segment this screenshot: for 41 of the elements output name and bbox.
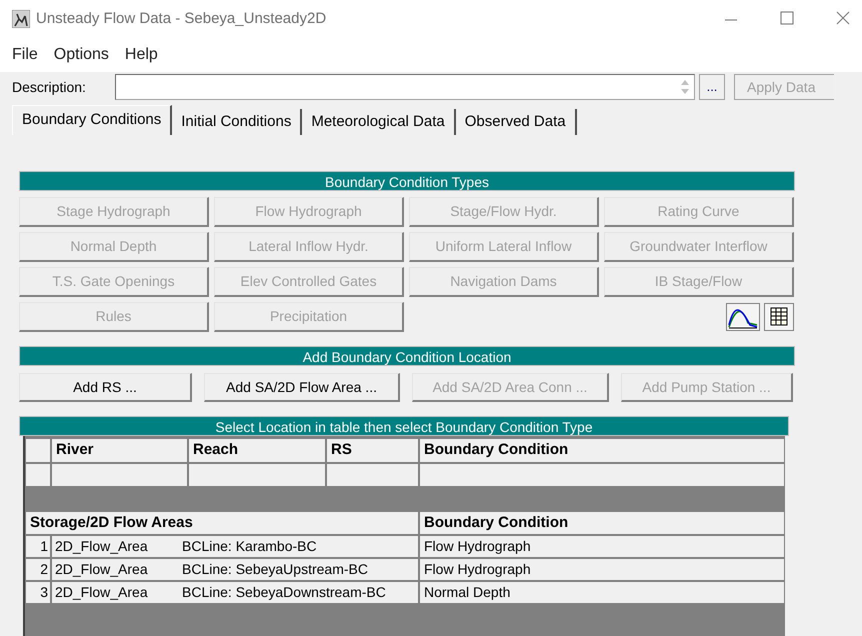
table-cell-text: 2D_Flow_Area: [54, 537, 149, 556]
app-icon: [12, 10, 30, 28]
table-cell-text: 2D_Flow_Area: [54, 583, 149, 602]
tab[interactable]: Meteorological Data: [302, 109, 456, 135]
row-number: 1: [25, 535, 51, 558]
description-label: Description:: [12, 78, 87, 97]
column-header: Boundary Condition: [419, 511, 785, 535]
row-header-cell[interactable]: [25, 463, 51, 487]
row-number: 2: [25, 558, 51, 581]
section-header: Select Location in table then select Boundary Condition Type: [19, 416, 789, 436]
column-header: Reach: [188, 438, 326, 463]
column-header: RS: [326, 438, 419, 463]
row-number: 3: [25, 581, 51, 604]
section-header: Boundary Condition Types: [19, 171, 795, 191]
table-cell: Normal Depth: [419, 581, 785, 604]
section-header: Add Boundary Condition Location: [19, 346, 795, 366]
table-cell-text: 2D_Flow_Area: [54, 560, 149, 579]
column-header: Boundary Condition: [419, 438, 785, 463]
table-icon[interactable]: [764, 303, 794, 331]
column-header: River: [51, 438, 188, 463]
maximize-icon[interactable]: [780, 11, 794, 26]
menu-item[interactable]: File: [4, 42, 46, 67]
table-cell: Flow Hydrograph: [419, 558, 785, 581]
table-cell: Flow Hydrograph: [419, 535, 785, 558]
description-field[interactable]: [115, 74, 695, 100]
add-location-button[interactable]: Add SA/2D Flow Area ...: [204, 373, 400, 402]
more-button[interactable]: ...: [699, 74, 725, 100]
tab[interactable]: Initial Conditions: [172, 109, 302, 135]
menu-item[interactable]: Options: [46, 42, 117, 67]
table-cell-text: BCLine: Karambo-BC: [182, 537, 317, 556]
apply-data-button[interactable]: Apply Data: [734, 74, 834, 100]
table-cell-text: BCLine: SebeyaDownstream-BC: [182, 583, 386, 602]
tab[interactable]: Boundary Conditions: [12, 105, 172, 135]
close-icon[interactable]: [836, 11, 850, 26]
add-location-button[interactable]: Add RS ...: [19, 373, 192, 402]
tab[interactable]: Observed Data: [456, 109, 577, 135]
menu-item[interactable]: Help: [116, 42, 166, 67]
window-title: Unsteady Flow Data - Sebeya_Unsteady2D: [36, 8, 326, 29]
table-cell-text: BCLine: SebeyaUpstream-BC: [182, 560, 368, 579]
column-header: Storage/2D Flow Areas: [25, 511, 419, 535]
hydrograph-icon[interactable]: [726, 303, 760, 331]
